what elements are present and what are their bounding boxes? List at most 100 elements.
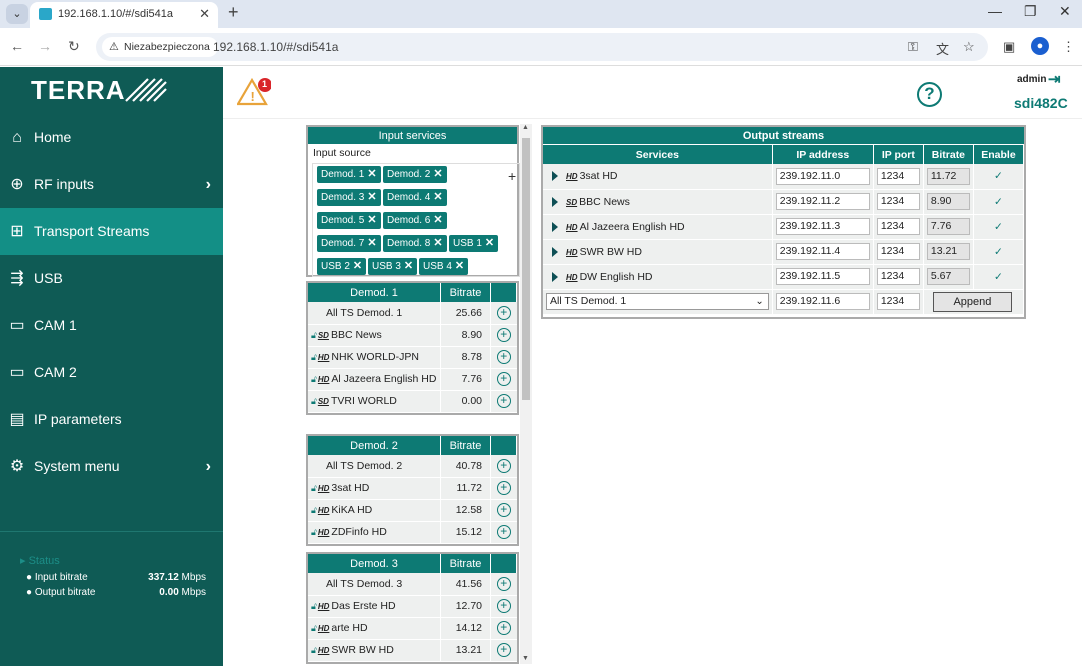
source-chip[interactable]: USB 3 ✕ — [368, 258, 418, 275]
add-circle-icon[interactable]: + — [496, 503, 511, 517]
source-chip[interactable]: USB 1 ✕ — [449, 235, 499, 252]
scroll-up-icon[interactable]: ▲ — [522, 124, 529, 131]
source-chip[interactable]: USB 4 ✕ — [419, 258, 469, 275]
remove-chip-icon[interactable]: ✕ — [367, 168, 376, 180]
ip-address-field[interactable]: 239.192.11.3 — [775, 218, 870, 235]
new-tab-button[interactable]: + — [228, 2, 239, 23]
source-chip[interactable]: Demod. 6 ✕ — [383, 212, 447, 229]
back-icon[interactable]: ← — [10, 38, 24, 54]
ip-address-field[interactable]: 239.192.11.0 — [775, 167, 870, 185]
enable-cell: ✓ — [973, 164, 1025, 190]
remove-chip-icon[interactable]: ✕ — [433, 191, 442, 203]
add-circle-icon[interactable]: + — [496, 525, 511, 539]
source-chip[interactable]: Demod. 2 ✕ — [383, 166, 447, 183]
add-circle-icon[interactable]: + — [496, 458, 511, 473]
sidebar-item-cam-1[interactable]: ▭ CAM 1 — [0, 302, 223, 349]
add-circle-icon[interactable]: + — [496, 372, 511, 386]
logout-icon[interactable]: ⇥ — [1048, 70, 1061, 88]
add-circle-icon[interactable]: + — [496, 481, 511, 495]
scrollbar-thumb[interactable] — [522, 138, 530, 400]
add-circle-icon[interactable]: + — [496, 643, 511, 657]
sidebar-item-rf-inputs[interactable]: ⊕ RF inputs › — [0, 161, 223, 208]
add-source-icon[interactable]: + — [508, 168, 516, 184]
ip-port-field[interactable]: 1234 — [876, 193, 920, 210]
expand-arrow-icon[interactable] — [552, 246, 558, 257]
minimize-icon[interactable]: — — [988, 3, 1002, 19]
add-circle-icon[interactable]: + — [496, 328, 511, 342]
restore-icon[interactable]: ❐ — [1024, 3, 1037, 20]
ip-address-field[interactable]: 239.192.11.2 — [775, 193, 870, 210]
append-button[interactable]: Append — [932, 291, 1012, 312]
source-chip[interactable]: Demod. 7 ✕ — [317, 235, 381, 252]
enable-checkmark-icon[interactable]: ✓ — [994, 196, 1003, 208]
add-circle-icon[interactable]: + — [496, 621, 511, 635]
expand-arrow-icon[interactable] — [552, 221, 558, 232]
source-select[interactable]: All TS Demod. 1 ⌄ — [546, 293, 769, 310]
reload-icon[interactable]: ↻ — [68, 38, 80, 55]
new-ip-field[interactable]: 239.192.11.6 — [775, 293, 870, 310]
browser-tab[interactable]: 192.168.1.10/#/sdi541a ✕ — [30, 2, 218, 28]
add-cell: + — [490, 390, 517, 413]
remove-chip-icon[interactable]: ✕ — [367, 237, 376, 249]
url-text[interactable]: 192.168.1.10/#/sdi541a — [213, 33, 338, 61]
remove-chip-icon[interactable]: ✕ — [367, 214, 376, 226]
expand-arrow-icon[interactable] — [552, 171, 558, 182]
close-tab-icon[interactable]: ✕ — [199, 2, 210, 26]
scrollbar[interactable]: ▲ ▼ — [520, 124, 532, 664]
bookmark-star-icon[interactable]: ☆ — [963, 39, 975, 55]
remove-chip-icon[interactable]: ✕ — [367, 191, 376, 203]
enable-checkmark-icon[interactable]: ✓ — [994, 246, 1003, 258]
remove-chip-icon[interactable]: ✕ — [404, 260, 413, 272]
remove-chip-icon[interactable]: ✕ — [455, 260, 464, 272]
add-circle-icon[interactable]: + — [496, 394, 511, 408]
source-chip[interactable]: Demod. 5 ✕ — [317, 212, 381, 229]
add-circle-icon[interactable]: + — [496, 350, 511, 364]
service-row: 🔓︎HD ZDFinfo HD 15.12 + — [308, 521, 517, 544]
profile-avatar-icon[interactable]: ● — [1031, 37, 1049, 55]
expand-arrow-icon[interactable] — [552, 196, 558, 207]
remove-chip-icon[interactable]: ✕ — [353, 260, 362, 272]
add-header — [490, 436, 517, 455]
key-icon[interactable]: ⚿ — [908, 39, 918, 55]
remove-chip-icon[interactable]: ✕ — [433, 237, 442, 249]
sidebar-item-usb[interactable]: ⇶ USB — [0, 255, 223, 302]
translate-icon[interactable]: 文 — [936, 39, 949, 58]
sidebar-item-ip-parameters[interactable]: ▤ IP parameters — [0, 396, 223, 443]
expand-arrow-icon[interactable] — [552, 271, 558, 282]
sidebar-item-home[interactable]: ⌂ Home — [0, 114, 223, 161]
security-chip[interactable]: ⚠ Niezabezpieczona — [102, 37, 218, 57]
help-icon[interactable]: ? — [917, 82, 942, 107]
add-circle-icon[interactable]: + — [496, 599, 511, 613]
ip-port-field[interactable]: 1234 — [876, 218, 920, 235]
source-chip[interactable]: Demod. 4 ✕ — [383, 189, 447, 206]
source-chip[interactable]: Demod. 8 ✕ — [383, 235, 447, 252]
source-chip[interactable]: Demod. 1 ✕ — [317, 166, 381, 183]
address-bar[interactable]: ⚠ Niezabezpieczona 192.168.1.10/#/sdi541a — [96, 33, 988, 61]
sidebar-item-cam-2[interactable]: ▭ CAM 2 — [0, 349, 223, 396]
remove-chip-icon[interactable]: ✕ — [433, 168, 442, 180]
side-panel-icon[interactable]: ▣ — [1003, 39, 1015, 55]
forward-icon[interactable]: → — [38, 38, 52, 54]
source-chip[interactable]: Demod. 3 ✕ — [317, 189, 381, 206]
add-circle-icon[interactable]: + — [496, 305, 511, 320]
enable-checkmark-icon[interactable]: ✓ — [994, 221, 1003, 233]
add-circle-icon[interactable]: + — [496, 576, 511, 591]
bitrate-field: 8.90 — [926, 193, 970, 210]
close-window-icon[interactable]: ✕ — [1059, 3, 1071, 20]
tab-search-dropdown[interactable]: ⌄ — [6, 4, 28, 24]
source-chip[interactable]: USB 2 ✕ — [317, 258, 367, 275]
new-port-field[interactable]: 1234 — [876, 293, 920, 310]
remove-chip-icon[interactable]: ✕ — [433, 214, 442, 226]
ip-port-field[interactable]: 1234 — [876, 167, 920, 185]
enable-checkmark-icon[interactable]: ✓ — [994, 271, 1003, 283]
sidebar-item-transport-streams[interactable]: ⊞ Transport Streams — [0, 208, 223, 255]
browser-menu-icon[interactable]: ⋮ — [1062, 39, 1075, 55]
sidebar-item-system-menu[interactable]: ⚙ System menu › — [0, 443, 223, 490]
ip-port-field[interactable]: 1234 — [876, 268, 920, 285]
ip-port-field[interactable]: 1234 — [876, 243, 920, 260]
ip-address-field[interactable]: 239.192.11.5 — [775, 268, 870, 285]
scroll-down-icon[interactable]: ▼ — [522, 655, 529, 662]
remove-chip-icon[interactable]: ✕ — [485, 237, 494, 249]
enable-checkmark-icon[interactable]: ✓ — [994, 170, 1003, 182]
ip-address-field[interactable]: 239.192.11.4 — [775, 243, 870, 260]
